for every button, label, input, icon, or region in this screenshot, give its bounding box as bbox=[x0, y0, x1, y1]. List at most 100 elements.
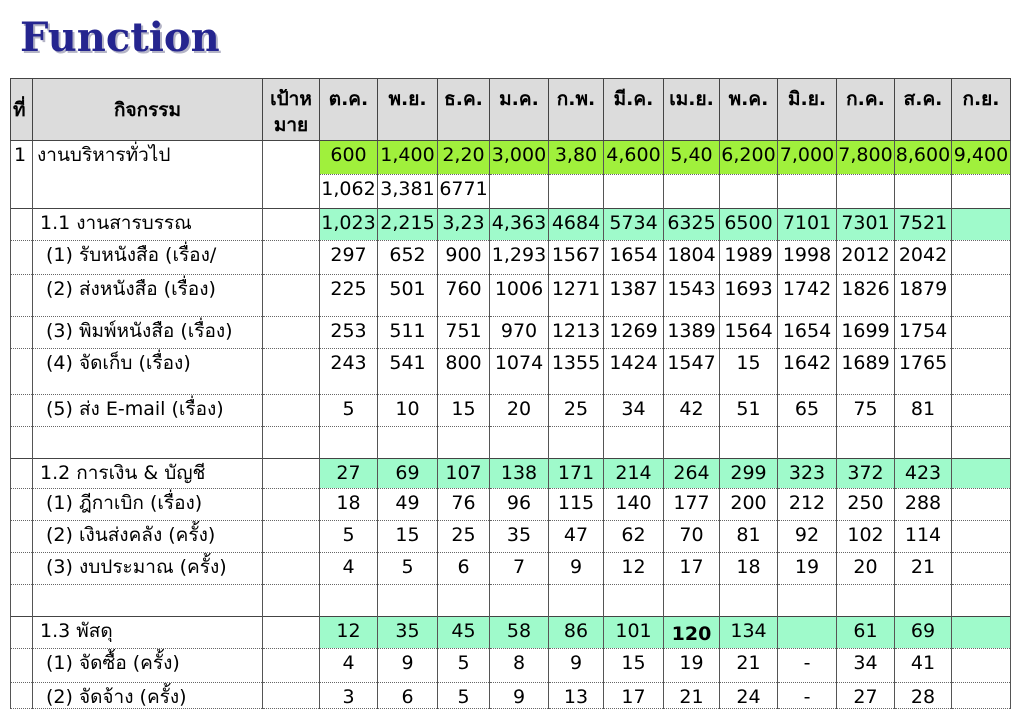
month-value-cell bbox=[836, 584, 895, 617]
target-cell bbox=[262, 616, 320, 649]
month-value-cell: 1389 bbox=[663, 316, 720, 349]
month-value-cell: 970 bbox=[489, 316, 549, 349]
month-value-cell: 4684 bbox=[548, 208, 604, 241]
header-no: ที่ bbox=[10, 78, 33, 141]
month-value-cell: 17 bbox=[603, 682, 664, 709]
month-value-cell: 58 bbox=[489, 616, 549, 649]
month-value-cell: 61 bbox=[836, 616, 895, 649]
month-value-cell bbox=[951, 394, 1011, 427]
row-number-cell bbox=[10, 458, 33, 489]
row-number-cell bbox=[10, 488, 33, 521]
month-value-cell: 1654 bbox=[603, 240, 664, 275]
month-value-cell bbox=[719, 584, 778, 617]
month-value-cell: 107 bbox=[437, 458, 490, 489]
month-value-cell: 297 bbox=[319, 240, 378, 275]
month-value-cell: 20 bbox=[489, 394, 549, 427]
month-value-cell bbox=[719, 174, 778, 209]
month-value-cell: 250 bbox=[836, 488, 895, 521]
table-row-item: (1) ฎีกาเบิก (เรื่อง) 18 49 76 96 115 140 177 20… bbox=[10, 488, 1011, 521]
month-value-cell bbox=[777, 584, 837, 617]
month-value-cell bbox=[951, 316, 1011, 349]
month-value-cell: 9 bbox=[548, 552, 604, 585]
month-value-cell: 5 bbox=[377, 552, 438, 585]
month-value-cell: 25 bbox=[437, 520, 490, 553]
table-row-section: 1.3 พัสดุ 12 35 45 58 86 101 120 134 61 69 bbox=[10, 616, 1011, 649]
month-value-cell: 34 bbox=[836, 648, 895, 683]
month-value-cell: 15 bbox=[719, 348, 778, 395]
row-number-cell bbox=[10, 682, 33, 709]
month-value-cell bbox=[489, 584, 549, 617]
month-value-cell bbox=[777, 616, 837, 649]
month-value-cell bbox=[951, 240, 1011, 275]
month-value-cell: 92 bbox=[777, 520, 837, 553]
target-cell bbox=[262, 240, 320, 275]
table-row-item: (2) จัดจ้าง (ครั้ง) 3 6 5 9 13 17 21 24-27 28 bbox=[10, 682, 1011, 709]
month-value-cell: 3 bbox=[319, 682, 378, 709]
month-value-cell: 511 bbox=[377, 316, 438, 349]
month-value-cell: 12 bbox=[319, 616, 378, 649]
month-value-cell bbox=[663, 174, 720, 209]
month-value-cell: 41 bbox=[894, 648, 952, 683]
activity-cell: 1.3 พัสดุ bbox=[32, 616, 263, 649]
month-value-cell bbox=[548, 426, 604, 459]
month-value-cell: 6325 bbox=[663, 208, 720, 241]
row-number-cell bbox=[10, 648, 33, 683]
activity-cell: (3) พิมพ์หนังสือ (เรื่อง) bbox=[32, 316, 263, 349]
activity-cell bbox=[32, 426, 263, 459]
month-value-cell: 8 bbox=[489, 648, 549, 683]
target-cell bbox=[262, 394, 320, 427]
month-value-cell: 1271 bbox=[548, 274, 604, 317]
month-value-cell: 86 bbox=[548, 616, 604, 649]
row-number-cell bbox=[10, 316, 33, 349]
month-value-cell: 1543 bbox=[663, 274, 720, 317]
month-value-cell: 800 bbox=[437, 348, 490, 395]
month-value-cell: 1699 bbox=[836, 316, 895, 349]
month-value-cell: - bbox=[777, 682, 837, 709]
header-target: เป้าห มาย bbox=[262, 78, 320, 141]
row-number-cell bbox=[10, 584, 33, 617]
month-value-cell: 3,80 bbox=[548, 140, 604, 175]
month-value-cell: 225 bbox=[319, 274, 378, 317]
month-value-cell: 600 bbox=[319, 140, 378, 175]
month-value-cell bbox=[603, 584, 664, 617]
month-value-cell: 7521 bbox=[894, 208, 952, 241]
month-value-cell: 47 bbox=[548, 520, 604, 553]
month-value-cell: 10 bbox=[377, 394, 438, 427]
month-value-cell: 69 bbox=[894, 616, 952, 649]
month-value-cell bbox=[951, 584, 1011, 617]
month-value-cell: 5 bbox=[319, 520, 378, 553]
month-value-cell: 177 bbox=[663, 488, 720, 521]
table-row-blank bbox=[10, 426, 1011, 459]
month-value-cell: 212 bbox=[777, 488, 837, 521]
header-month-mar: มี.ค. bbox=[603, 78, 664, 141]
month-value-cell bbox=[951, 520, 1011, 553]
month-value-cell bbox=[319, 426, 378, 459]
month-value-cell bbox=[951, 208, 1011, 241]
month-value-cell: 81 bbox=[719, 520, 778, 553]
month-value-cell: 18 bbox=[319, 488, 378, 521]
header-month-jun: มิ.ย. bbox=[777, 78, 837, 141]
target-cell bbox=[262, 520, 320, 553]
month-value-cell: 15 bbox=[603, 648, 664, 683]
target-cell bbox=[262, 648, 320, 683]
activity-cell: (2) จัดจ้าง (ครั้ง) bbox=[32, 682, 263, 709]
header-row: ที่ กิจกรรม เป้าห มาย ต.ค. พ.ย. ธ.ค. ม.ค… bbox=[10, 78, 1011, 141]
activity-cell: (1) ฎีกาเบิก (เรื่อง) bbox=[32, 488, 263, 521]
month-value-cell: 75 bbox=[836, 394, 895, 427]
month-value-cell: 1765 bbox=[894, 348, 952, 395]
activity-cell: (2) ส่งหนังสือ (เรื่อง) bbox=[32, 274, 263, 317]
table-row-blank bbox=[10, 584, 1011, 617]
month-value-cell bbox=[603, 174, 664, 209]
target-cell bbox=[262, 316, 320, 349]
table-row-item: (1) จัดซื้อ (ครั้ง) 4 9 5 8 9 15 19 21-34 41 bbox=[10, 648, 1011, 683]
month-value-cell bbox=[894, 174, 952, 209]
month-value-cell: 27 bbox=[319, 458, 378, 489]
target-cell bbox=[262, 140, 320, 209]
row-number-cell: 1 bbox=[10, 140, 33, 209]
month-value-cell: 6500 bbox=[719, 208, 778, 241]
table-row-item: (4) จัดเก็บ (เรื่อง) 243 541 800 1074 1355 142… bbox=[10, 348, 1011, 395]
month-value-cell: 1213 bbox=[548, 316, 604, 349]
month-value-cell bbox=[836, 174, 895, 209]
month-value-cell: 7,000 bbox=[777, 140, 837, 175]
month-value-cell: 62 bbox=[603, 520, 664, 553]
